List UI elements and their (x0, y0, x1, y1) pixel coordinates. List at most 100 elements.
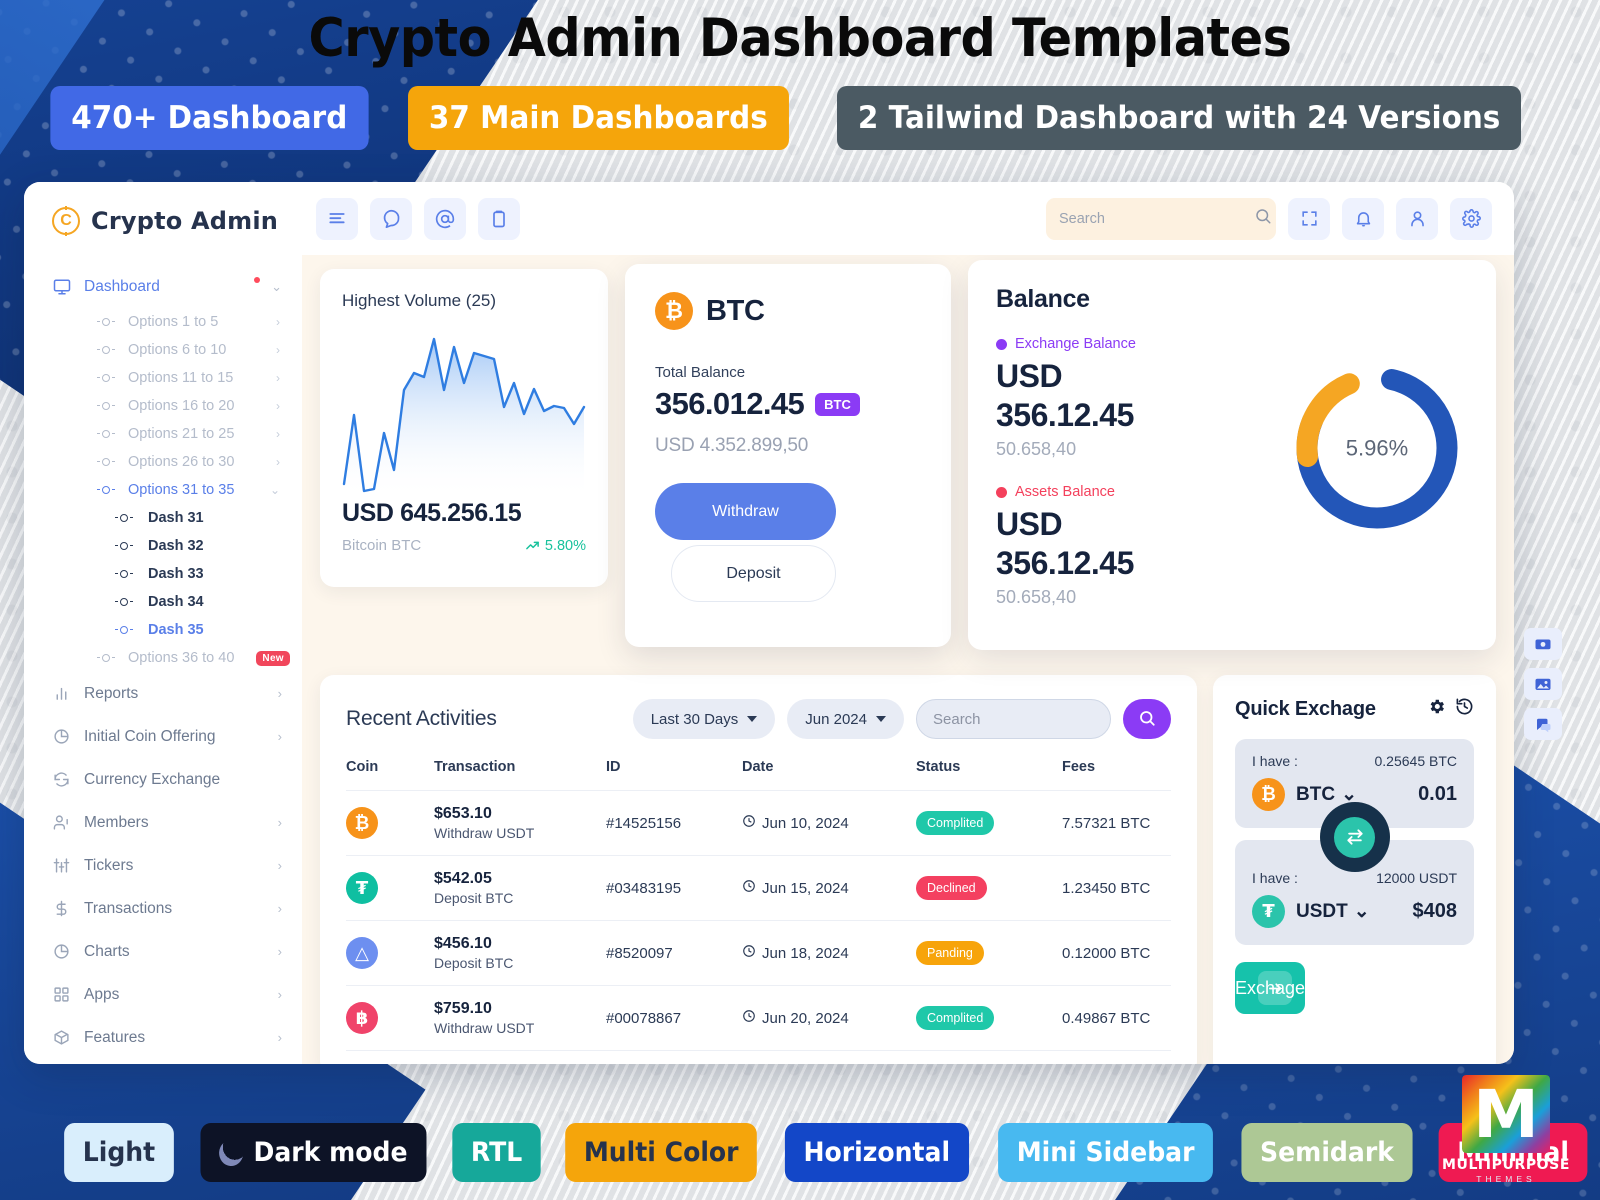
sidebar-item-reports[interactable]: Reports › (24, 672, 302, 715)
theme-button-semidark[interactable]: Semidark (1241, 1123, 1413, 1182)
promo-pill-main-dashboards: 37 Main Dashboards (407, 86, 789, 150)
gear-icon[interactable] (1427, 697, 1446, 721)
to-coin-selector[interactable]: USDT ⌄ (1296, 900, 1370, 923)
new-dot-indicator (254, 276, 261, 283)
history-icon[interactable] (1455, 697, 1474, 721)
sidebar-item-options-21-25[interactable]: Options 21 to 25 › (24, 420, 302, 448)
brand[interactable]: C Crypto Admin (24, 204, 302, 235)
theme-button-horizontal[interactable]: Horizontal (785, 1123, 969, 1182)
sidebar-item-options-6-10[interactable]: Options 6 to 10 › (24, 336, 302, 364)
sidebar-item-initial-coin-offering[interactable]: Initial Coin Offering › (24, 715, 302, 758)
cell-fees: 1.23450 BTC (1062, 855, 1171, 921)
sidebar-item-options-36-40[interactable]: Options 36 to 40 New (24, 644, 302, 672)
theme-button-dark-mode[interactable]: Dark mode (200, 1123, 427, 1182)
sidebar-item-dashboard[interactable]: Dashboard ⌄ (24, 265, 302, 308)
menu-icon[interactable] (316, 197, 358, 240)
swap-button[interactable] (1319, 802, 1390, 872)
theme-button-light[interactable]: Light (64, 1123, 174, 1182)
activities-table-body: ₿ $653.10 Withdraw USDT #14525156 Jun 10… (346, 790, 1171, 1051)
sidebar-item-apps[interactable]: Apps › (24, 973, 302, 1016)
sidebar-item-label-apps: Apps (84, 985, 120, 1003)
chevron-right-icon: › (276, 315, 280, 329)
from-have-row: I have : 0.25645 BTC (1252, 753, 1457, 769)
table-row[interactable]: ₮ $542.05 Deposit BTC #03483195 Jun 15, … (346, 855, 1171, 921)
theme-button-mini-sidebar[interactable]: Mini Sidebar (997, 1123, 1213, 1182)
sidebar-sublabel: Options 31 to 35 (128, 482, 235, 498)
highest-volume-change: 5.80% (525, 538, 586, 554)
date-range-filter[interactable]: Last 30 Days (632, 699, 776, 739)
sidebar-item-dash-34[interactable]: Dash 34 (24, 588, 302, 616)
at-sign-icon[interactable] (424, 197, 466, 240)
sidebar-item-options-16-20[interactable]: Options 16 to 20 › (24, 392, 302, 420)
clipboard-icon[interactable] (478, 197, 520, 240)
cell-id: #03483195 (606, 855, 742, 921)
sidebar-item-charts[interactable]: Charts › (24, 930, 302, 973)
recent-activities-card: Recent Activities Last 30 Days Jun 2024 (320, 675, 1197, 1064)
highest-volume-footer: Bitcoin BTC 5.80% (342, 537, 586, 554)
transaction-amount: $456.10 (434, 935, 492, 952)
sidebar-item-members[interactable]: Members › (24, 801, 302, 844)
user-icon[interactable] (1396, 197, 1438, 240)
assets-currency: USD (996, 506, 1063, 543)
month-filter[interactable]: Jun 2024 (787, 699, 904, 739)
chevron-right-icon: › (277, 858, 282, 873)
sidebar-item-label-reports: Reports (84, 684, 139, 702)
sidebar-item-dash-35[interactable]: Dash 35 (24, 616, 302, 644)
exchange-button[interactable]: Exchage (1235, 962, 1306, 1014)
chat-icon[interactable] (1524, 708, 1562, 740)
bell-icon[interactable] (1342, 197, 1384, 240)
table-row[interactable]: △ $456.10 Deposit BTC #8520097 Jun 18, 2… (346, 920, 1171, 986)
bullet-icon (115, 542, 133, 550)
withdraw-button[interactable]: Withdraw (655, 483, 836, 540)
theme-switcher-bar: Light Dark mode RTL Multi Color Horizont… (60, 1123, 1593, 1182)
sidebar-item-tickers[interactable]: Tickers › (24, 844, 302, 887)
legend-assets-balance: Assets Balance (996, 484, 1286, 500)
column-header-coin: Coin (346, 759, 434, 791)
camera-icon[interactable] (1524, 628, 1562, 660)
sidebar-item-label-members: Members (84, 813, 149, 831)
mt-monogram-icon (1462, 1075, 1550, 1153)
sidebar-item-dash-33[interactable]: Dash 33 (24, 560, 302, 588)
deposit-button[interactable]: Deposit (671, 545, 836, 602)
sidebar-item-options-1-5[interactable]: Options 1 to 5 › (24, 308, 302, 336)
fullscreen-icon[interactable] (1288, 197, 1330, 240)
sidebar-item-features[interactable]: Features › (24, 1016, 302, 1059)
activities-search-button[interactable] (1123, 699, 1171, 739)
chat-bubble-icon[interactable] (370, 197, 412, 240)
sidebar-item-transactions[interactable]: Transactions › (24, 887, 302, 930)
watermark-line1: MULTIPURPOSE (1441, 1157, 1571, 1173)
search-input[interactable] (1059, 210, 1246, 227)
from-amount: 0.01 (1418, 783, 1457, 805)
global-search[interactable] (1046, 197, 1276, 240)
activities-search[interactable] (916, 699, 1111, 739)
theme-button-rtl[interactable]: RTL (451, 1123, 541, 1182)
cell-transaction: $456.10 Deposit BTC (434, 920, 606, 986)
chevron-right-icon: › (276, 455, 280, 469)
sidebar-item-dash-31[interactable]: Dash 31 (24, 504, 302, 532)
coin-name: Bitcoin (342, 537, 388, 554)
sidebar-sublabel: Options 1 to 5 (128, 314, 219, 330)
assets-value: 356.12.45 (996, 545, 1134, 582)
gear-icon[interactable] (1450, 197, 1492, 240)
sidebar-item-dash-32[interactable]: Dash 32 (24, 532, 302, 560)
sidebar-item-options-11-15[interactable]: Options 11 to 15 › (24, 364, 302, 392)
cell-date: Jun 15, 2024 (742, 855, 916, 921)
sidebar-item-options-26-30[interactable]: Options 26 to 30 › (24, 448, 302, 476)
theme-button-multi-color[interactable]: Multi Color (564, 1123, 757, 1182)
activities-search-input[interactable] (933, 710, 1094, 728)
search-icon (1254, 207, 1272, 230)
sidebar-item-options-31-35[interactable]: Options 31 to 35 ⌄ (24, 476, 302, 504)
sidebar-item-currency-exchange[interactable]: Currency Exchange (24, 758, 302, 801)
sidebar-item-label-features: Features (84, 1028, 146, 1046)
table-row[interactable]: ฿ $759.10 Withdraw USDT #00078867 Jun 20… (346, 985, 1171, 1051)
image-icon[interactable] (1524, 668, 1562, 700)
main-area: Highest Volume (25) (302, 182, 1514, 1064)
bullet-icon (97, 402, 115, 410)
table-row[interactable]: ₿ $653.10 Withdraw USDT #14525156 Jun 10… (346, 790, 1171, 856)
bullet-icon (97, 458, 115, 466)
highest-volume-coin: Bitcoin BTC (342, 537, 421, 554)
cell-transaction: $542.05 Deposit BTC (434, 855, 606, 921)
status-badge: Complited (916, 811, 995, 835)
assets-balance-amount: USD 356.12.45 (996, 505, 1286, 583)
dashboard-content: Highest Volume (25) USD 645.256.15 Bitco… (302, 255, 1514, 1064)
